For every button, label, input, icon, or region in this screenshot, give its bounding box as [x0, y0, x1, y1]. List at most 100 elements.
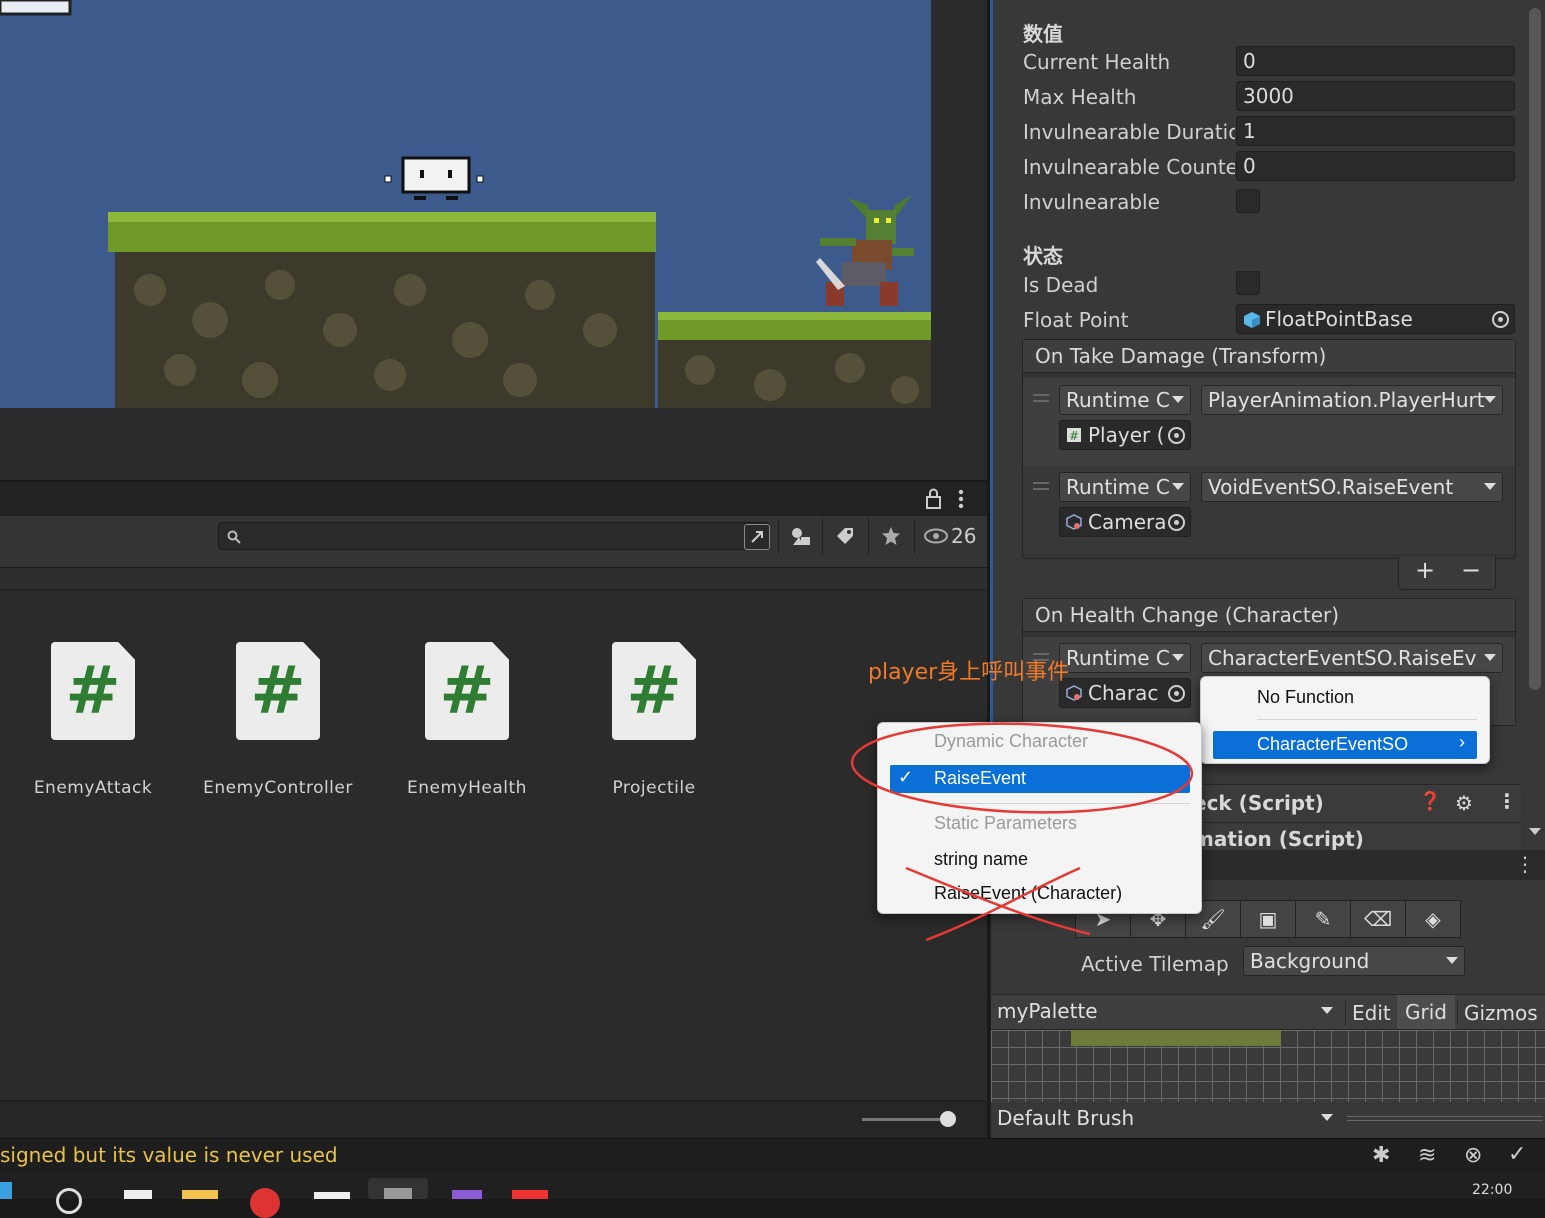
menu-item-characterevent-so[interactable]: CharacterEventSO ›	[1213, 731, 1477, 759]
settings-sliders-icon[interactable]: ⚙	[1455, 791, 1473, 815]
picker-tool-icon[interactable]: ✎	[1295, 900, 1351, 938]
filter-by-label-icon[interactable]	[822, 518, 866, 554]
box-fill-tool-icon[interactable]: ▣	[1240, 900, 1296, 938]
target-object-field[interactable]: Charac	[1059, 678, 1191, 708]
is-dead-checkbox[interactable]	[1236, 271, 1260, 295]
file-explorer-icon[interactable]	[182, 1190, 218, 1199]
float-point-field[interactable]: FloatPointBase	[1236, 304, 1515, 334]
grid-toggle[interactable]: Grid	[1397, 995, 1455, 1029]
check-circle-icon[interactable]: ✓	[1508, 1142, 1526, 1167]
remove-listener-button[interactable]: −	[1461, 556, 1481, 584]
favorites-star-icon[interactable]	[868, 518, 912, 554]
os-taskbar: 22:00	[0, 1174, 1545, 1218]
unity-taskbar-button[interactable]	[368, 1178, 428, 1199]
inspector-scrollbar[interactable]	[1529, 8, 1541, 690]
visual-studio-icon[interactable]	[452, 1190, 482, 1199]
function-dropdown[interactable]: CharacterEventSO.RaiseEv	[1201, 643, 1503, 673]
chevron-down-icon	[1484, 654, 1496, 661]
search-filter-icon[interactable]	[744, 524, 770, 550]
menu-item-raise-event-static[interactable]: RaiseEvent (Character)	[934, 883, 1122, 904]
project-footer	[0, 1100, 987, 1140]
function-dropdown[interactable]: VoidEventSO.RaiseEvent	[1201, 472, 1503, 502]
asset-name: EnemyAttack	[33, 778, 153, 798]
runtime-mode-dropdown[interactable]: Runtime C	[1059, 385, 1191, 415]
bug-icon[interactable]: ✱	[1372, 1143, 1390, 1168]
script-icon: #	[1067, 428, 1081, 443]
menu-section-dynamic: Dynamic Character	[934, 731, 1089, 751]
asset-item[interactable]: # EnemyController	[198, 642, 358, 798]
on-take-damage-event: On Take Damage (Transform) Runtime C Pla…	[1022, 339, 1516, 559]
event-title: On Take Damage (Transform)	[1023, 340, 1515, 373]
scroll-down-icon[interactable]	[1529, 826, 1541, 836]
asset-item[interactable]: # Projectile	[574, 642, 734, 798]
lock-icon[interactable]	[924, 488, 944, 510]
menu-item-raise-event-dynamic[interactable]: ✓ RaiseEvent	[890, 765, 1190, 793]
object-picker-icon[interactable]	[1168, 685, 1185, 702]
submenu-arrow-icon: ›	[1459, 732, 1465, 752]
invulnerable-duration-input[interactable]: 1	[1236, 116, 1515, 146]
asset-item[interactable]: # EnemyAttack	[13, 642, 173, 798]
object-picker-icon[interactable]	[1492, 311, 1509, 328]
splitter[interactable]	[1347, 1116, 1543, 1121]
unity-icon	[384, 1188, 412, 1199]
eye-icon	[924, 528, 948, 544]
app-icon[interactable]	[314, 1192, 350, 1199]
drag-handle-icon[interactable]	[1033, 482, 1049, 490]
target-object-field[interactable]: Camera	[1059, 507, 1191, 537]
icon-size-slider-track[interactable]	[862, 1118, 948, 1121]
invulnerable-checkbox[interactable]	[1236, 189, 1260, 213]
menu-item-string-name[interactable]: string name	[934, 849, 1028, 870]
chevron-down-icon	[1172, 654, 1184, 661]
menu-item-no-function[interactable]: No Function	[1257, 687, 1354, 708]
console-message[interactable]: signed but its value is never used	[0, 1143, 338, 1167]
more-options-icon[interactable]: ⋮	[1515, 852, 1535, 876]
palette-grid[interactable]	[991, 1030, 1545, 1102]
runtime-mode-dropdown[interactable]: Runtime C	[1059, 472, 1191, 502]
current-health-input[interactable]: 0	[1236, 46, 1515, 76]
field-label: Max Health	[1023, 85, 1137, 109]
event-title: On Health Change (Character)	[1023, 599, 1515, 632]
prefab-cube-icon	[1244, 312, 1260, 328]
field-label: Invulnearable Duratio	[1023, 120, 1235, 144]
active-tilemap-dropdown[interactable]: Background	[1243, 946, 1465, 976]
max-health-input[interactable]: 3000	[1236, 81, 1515, 111]
help-icon[interactable]: ❓	[1419, 791, 1441, 812]
windows-start-icon[interactable]	[0, 1182, 12, 1199]
palette-toolbar: myPalette Edit Grid Gizmos	[991, 994, 1545, 1030]
more-options-icon[interactable]: ⋮	[1497, 789, 1517, 813]
hidden-packages-toggle[interactable]: 26	[914, 518, 984, 554]
function-dropdown[interactable]: PlayerAnimation.PlayerHurt	[1201, 385, 1503, 415]
task-view-icon[interactable]	[124, 1190, 152, 1199]
asset-item[interactable]: # EnemyHealth	[387, 642, 547, 798]
menu-section-static: Static Parameters	[934, 813, 1078, 833]
filter-by-type-icon[interactable]	[778, 518, 822, 554]
goblin-enemy-sprite	[816, 195, 914, 306]
more-options-icon[interactable]	[958, 488, 964, 510]
invulnerable-counter-input[interactable]: 0	[1236, 151, 1515, 181]
palette-dropdown[interactable]: myPalette	[991, 997, 1339, 1027]
scene-view[interactable]	[0, 0, 931, 408]
cloud-tile	[0, 0, 72, 16]
add-listener-button[interactable]: +	[1415, 556, 1435, 584]
object-picker-icon[interactable]	[1168, 427, 1185, 444]
network-disabled-icon[interactable]: ⊗	[1464, 1143, 1482, 1168]
search-taskbar-icon[interactable]	[56, 1188, 82, 1214]
search-input[interactable]	[218, 522, 770, 550]
icon-size-slider-thumb[interactable]	[940, 1111, 956, 1127]
section-header-state: 状态	[1023, 244, 1063, 268]
eraser-tool-icon[interactable]: ⌫	[1350, 900, 1406, 938]
palette-tile-row[interactable]	[1071, 1030, 1281, 1046]
brush-dropdown[interactable]: Default Brush	[991, 1104, 1339, 1134]
chrome-icon[interactable]	[250, 1188, 280, 1218]
edit-button[interactable]: Edit	[1345, 1001, 1391, 1025]
drag-handle-icon[interactable]	[1033, 394, 1049, 402]
fill-bucket-tool-icon[interactable]: ◈	[1405, 900, 1461, 938]
event-entry: Runtime C VoidEventSO.RaiseEvent Camera	[1023, 466, 1515, 554]
list-add-remove: + −	[1398, 556, 1496, 590]
cache-server-icon[interactable]: ≋	[1418, 1143, 1436, 1168]
object-picker-icon[interactable]	[1168, 514, 1185, 531]
app-icon[interactable]	[512, 1190, 548, 1199]
gizmos-toggle[interactable]: Gizmos	[1457, 1001, 1538, 1025]
target-object-field[interactable]: # Player (	[1059, 420, 1191, 450]
runtime-mode-dropdown[interactable]: Runtime C	[1059, 643, 1191, 673]
